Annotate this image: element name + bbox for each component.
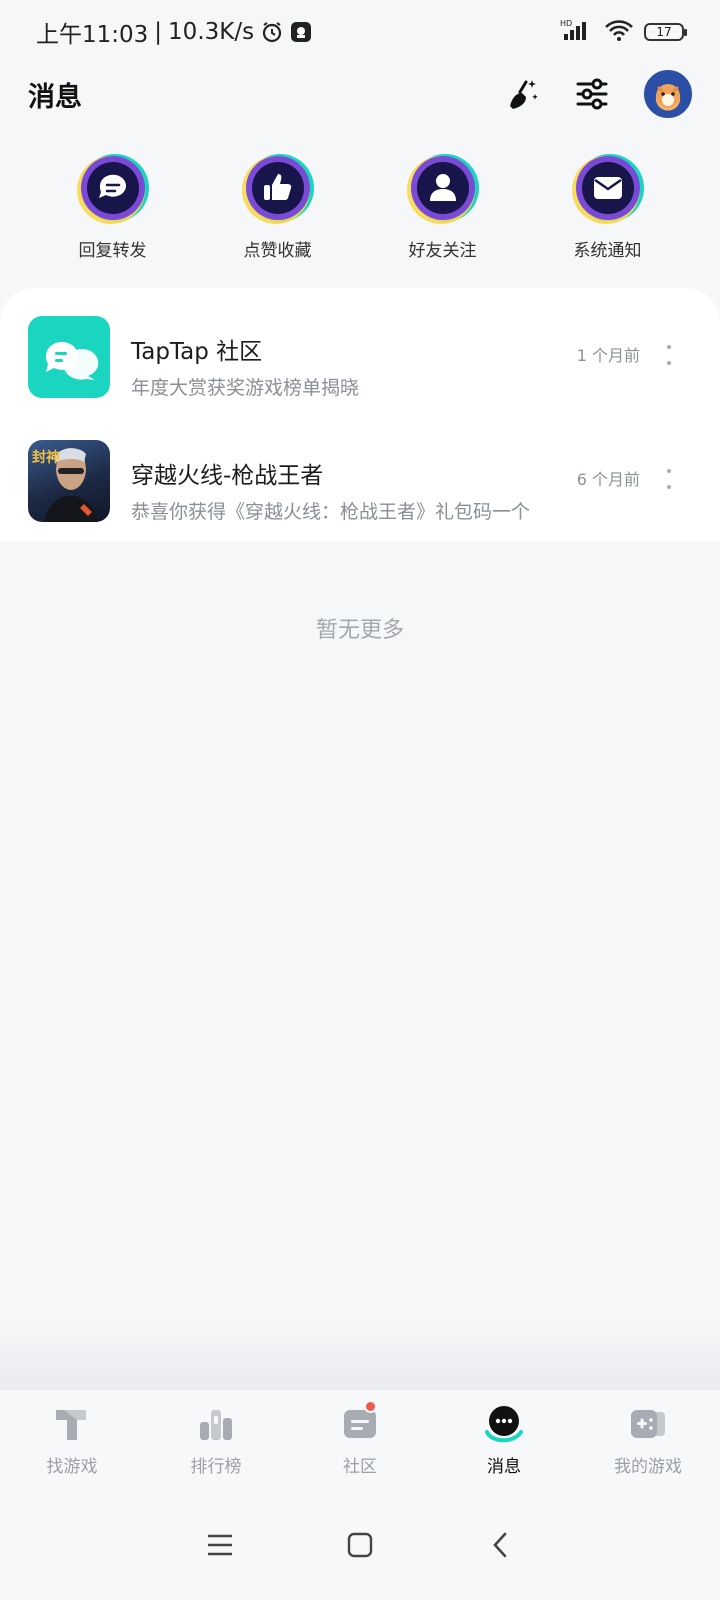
message-time: 6 个月前 bbox=[576, 470, 640, 489]
nav-label: 排行榜 bbox=[190, 1457, 242, 1477]
category-label: 回复转发 bbox=[78, 241, 147, 261]
nav-label: 消息 bbox=[487, 1457, 521, 1477]
menu-button[interactable] bbox=[200, 1525, 240, 1565]
friend-icon bbox=[406, 154, 479, 224]
nav-ranking[interactable]: 排行榜 bbox=[156, 1402, 276, 1477]
messages-icon bbox=[485, 1406, 523, 1443]
message-time: 1 个月前 bbox=[576, 346, 640, 365]
ranking-icon bbox=[200, 1410, 232, 1440]
category-shortcuts: 回复转发 点赞收藏 好友关注 系统通知 bbox=[0, 150, 720, 270]
category-reply-forward[interactable]: 回复转发 bbox=[48, 150, 178, 270]
clear-button[interactable] bbox=[504, 76, 540, 112]
battery-level: 17 bbox=[656, 25, 672, 39]
nav-community[interactable]: 社区 bbox=[300, 1400, 420, 1477]
signal-hd-label: HD bbox=[560, 19, 572, 28]
nav-label: 我的游戏 bbox=[614, 1457, 682, 1477]
message-title: 穿越火线-枪战王者 bbox=[131, 463, 324, 489]
nav-label: 找游戏 bbox=[46, 1457, 98, 1477]
category-label: 系统通知 bbox=[573, 241, 642, 261]
broom-sparkle-icon bbox=[510, 80, 538, 109]
like-icon bbox=[241, 154, 314, 224]
my-games-icon bbox=[631, 1410, 665, 1438]
dot bbox=[667, 469, 671, 473]
list-item[interactable]: 封神 穿越火线-枪战王者 恭喜你获得《穿越火线：枪战王者》礼包码一个 6 个月前 bbox=[0, 424, 720, 534]
filter-settings-button[interactable] bbox=[574, 76, 610, 112]
status-left: 上午11:03 | 10.3K/s bbox=[36, 15, 312, 49]
empty-hint: 暂无更多 bbox=[315, 618, 404, 643]
game-badge-text: 封神 bbox=[32, 449, 60, 466]
back-button[interactable] bbox=[480, 1525, 520, 1565]
alarm-icon bbox=[260, 20, 284, 44]
status-time: 上午11:03 bbox=[36, 22, 149, 48]
more-options-button[interactable] bbox=[664, 469, 674, 489]
home-square-icon bbox=[347, 1532, 373, 1558]
reply-forward-icon bbox=[76, 154, 149, 224]
status-right: HD 17 bbox=[560, 18, 687, 46]
avatar-pet-icon bbox=[656, 84, 680, 108]
message-preview: 年度大赏获奖游戏榜单揭晓 bbox=[131, 377, 360, 399]
header-actions bbox=[504, 70, 692, 118]
page-title: 消息 bbox=[28, 81, 82, 113]
crossfire-game-icon: 封神 bbox=[28, 440, 110, 522]
message-preview: 恭喜你获得《穿越火线：枪战王者》礼包码一个 bbox=[131, 501, 531, 523]
home-button[interactable] bbox=[340, 1525, 380, 1565]
nav-my-games[interactable]: 我的游戏 bbox=[588, 1402, 708, 1477]
notification-badge bbox=[364, 1400, 377, 1413]
nav-find-games[interactable]: 找游戏 bbox=[12, 1402, 132, 1477]
dot bbox=[667, 361, 671, 365]
avatar[interactable] bbox=[644, 70, 692, 118]
category-label: 好友关注 bbox=[408, 241, 477, 261]
back-chevron-icon bbox=[493, 1532, 507, 1558]
battery-indicator: 17 bbox=[644, 23, 687, 41]
taptap-app-icon bbox=[28, 316, 110, 398]
status-net-speed: 10.3K/s bbox=[168, 19, 255, 45]
message-list: TapTap 社区 年度大赏获奖游戏榜单揭晓 1 个月前 封神 穿越火线-枪战王… bbox=[0, 288, 720, 542]
sliders-icon bbox=[576, 78, 608, 110]
header: 消息 bbox=[0, 64, 720, 124]
signal-icon: HD bbox=[560, 18, 594, 46]
bottom-nav: 找游戏 排行榜 社区 消息 我的游戏 bbox=[0, 1390, 720, 1490]
category-likes[interactable]: 点赞收藏 bbox=[213, 150, 343, 270]
app-notification-icon bbox=[290, 21, 312, 43]
find-games-icon bbox=[56, 1410, 86, 1440]
dot bbox=[667, 345, 671, 349]
category-system[interactable]: 系统通知 bbox=[543, 150, 673, 270]
list-item[interactable]: TapTap 社区 年度大赏获奖游戏榜单揭晓 1 个月前 bbox=[0, 300, 720, 410]
category-friends[interactable]: 好友关注 bbox=[378, 150, 508, 270]
message-title: TapTap 社区 bbox=[131, 339, 263, 365]
menu-icon bbox=[208, 1534, 232, 1556]
status-bar: 上午11:03 | 10.3K/s HD 17 bbox=[0, 0, 720, 64]
mail-icon bbox=[571, 154, 644, 224]
category-label: 点赞收藏 bbox=[243, 241, 312, 261]
status-separator: | bbox=[154, 19, 163, 45]
bottom-fade bbox=[0, 1320, 720, 1390]
nav-label: 社区 bbox=[343, 1457, 377, 1477]
more-options-button[interactable] bbox=[664, 345, 674, 365]
system-nav-bar bbox=[0, 1490, 720, 1600]
nav-messages[interactable]: 消息 bbox=[444, 1402, 564, 1477]
wifi-icon bbox=[604, 18, 634, 46]
dot bbox=[667, 485, 671, 489]
